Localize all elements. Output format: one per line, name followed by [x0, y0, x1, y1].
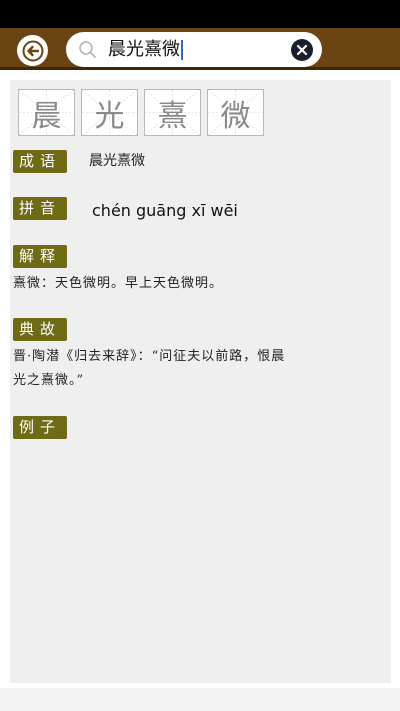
idiom-value: 晨光熹微 — [89, 153, 145, 169]
close-icon — [296, 44, 308, 56]
character-grid: 晨 光 熹 微 — [18, 89, 270, 136]
arrow-left-icon — [22, 40, 43, 61]
character-glyph: 熹 — [157, 98, 188, 134]
pinyin-value: chén guāng xī wēi — [92, 201, 238, 220]
back-button[interactable] — [17, 35, 48, 66]
meaning-label: 解释 — [13, 245, 68, 268]
character-cell[interactable]: 微 — [207, 89, 264, 136]
character-glyph: 晨 — [31, 98, 62, 134]
idiom-label: 成语 — [13, 150, 68, 173]
character-cell[interactable]: 熹 — [144, 89, 201, 136]
clear-search-button[interactable] — [291, 39, 313, 61]
character-cell[interactable]: 晨 — [18, 89, 75, 136]
text-caret — [181, 40, 183, 60]
search-box[interactable]: 晨光熹微 — [66, 32, 322, 67]
search-query-text: 晨光熹微 — [108, 39, 180, 60]
example-label: 例子 — [13, 416, 68, 439]
source-text-line2: 光之熹微。” — [13, 373, 85, 388]
meaning-text: 熹微：天色微明。早上天色微明。 — [13, 276, 224, 291]
bottom-bar — [0, 688, 400, 711]
character-glyph: 微 — [220, 98, 251, 134]
app-header: 晨光熹微 — [0, 28, 400, 70]
character-cell[interactable]: 光 — [81, 89, 138, 136]
source-text-line1: 晋·陶潜《归去来辞》：“问征夫以前路，恨晨 — [13, 349, 286, 364]
pinyin-label: 拼音 — [13, 197, 68, 220]
idiom-detail-panel: 晨 光 熹 微 成语 晨光熹微 拼音 chén guāng xī wēi 解释 … — [10, 80, 391, 683]
source-label: 典故 — [13, 318, 68, 341]
search-icon — [79, 41, 96, 58]
status-bar — [0, 0, 400, 28]
character-glyph: 光 — [94, 98, 125, 134]
search-input[interactable]: 晨光熹微 — [108, 32, 183, 67]
